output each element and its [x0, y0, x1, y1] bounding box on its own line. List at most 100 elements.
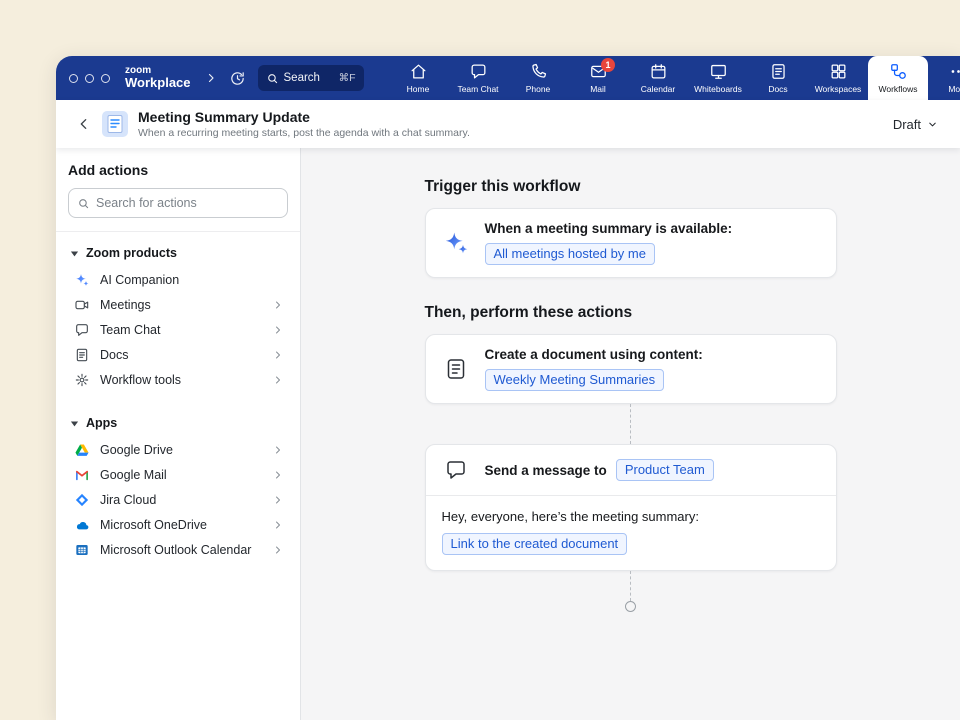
- nav-tab-whiteboards[interactable]: Whiteboards: [688, 56, 748, 100]
- sidebar-item-workflow-tools[interactable]: Workflow tools: [68, 367, 288, 392]
- message-link-tag[interactable]: Link to the created document: [442, 533, 628, 555]
- meetings-icon: [74, 297, 90, 313]
- sidebar-item-docs[interactable]: Docs: [68, 342, 288, 367]
- section-header-apps[interactable]: Apps: [68, 408, 288, 437]
- sidebar-item-microsoft-onedrive[interactable]: Microsoft OneDrive: [68, 512, 288, 537]
- chevron-right-icon: [272, 444, 284, 456]
- sidebar-section-zoom-products: Zoom products AI Companion Meetings: [56, 232, 300, 392]
- calendar-icon: [649, 62, 668, 81]
- section-header-zoom-products[interactable]: Zoom products: [68, 238, 288, 267]
- caret-down-icon: [70, 249, 79, 258]
- actions-sidebar: Add actions Zoom products AI Companion: [56, 148, 301, 720]
- more-icon: [949, 62, 960, 81]
- back-button[interactable]: [70, 110, 98, 138]
- team-chat-icon: [74, 322, 90, 338]
- sidebar-item-ai-companion[interactable]: AI Companion: [68, 267, 288, 292]
- page-subtitle: When a recurring meeting starts, post th…: [138, 127, 470, 139]
- search-icon: [266, 72, 279, 85]
- sidebar-item-google-mail[interactable]: Google Mail: [68, 462, 288, 487]
- workspaces-icon: [829, 62, 848, 81]
- chevron-down-icon: [927, 119, 938, 130]
- workflow-title-block: Meeting Summary Update When a recurring …: [138, 109, 470, 139]
- nav-tab-phone[interactable]: Phone: [508, 56, 568, 100]
- dashed-connector: [630, 404, 631, 444]
- history-icon[interactable]: [229, 70, 246, 87]
- workflows-icon: [889, 62, 908, 81]
- app-window: zoom Workplace Search ⌘F Home Team: [56, 56, 960, 720]
- chevron-right-icon: [272, 374, 284, 386]
- ai-sparkle-icon: [442, 229, 470, 257]
- google-drive-icon: [74, 442, 90, 458]
- team-chat-icon: [469, 62, 488, 81]
- add-step-node[interactable]: [625, 601, 636, 612]
- workflow-body: Add actions Zoom products AI Companion: [56, 148, 960, 720]
- workflow-canvas: Trigger this workflow When a meeting sum…: [301, 148, 960, 720]
- dashed-connector: [630, 571, 631, 601]
- navbar-left: zoom Workplace Search ⌘F: [56, 56, 364, 100]
- sidebar-item-team-chat[interactable]: Team Chat: [68, 317, 288, 342]
- caret-down-icon: [70, 419, 79, 428]
- onedrive-icon: [74, 517, 90, 533]
- document-icon: [442, 357, 470, 381]
- home-icon: [409, 62, 428, 81]
- status-badge: Draft: [893, 117, 921, 132]
- window-control-dot[interactable]: [69, 74, 78, 83]
- search-shortcut: ⌘F: [339, 72, 356, 84]
- sidebar-item-google-drive[interactable]: Google Drive: [68, 437, 288, 462]
- chevron-right-icon: [272, 544, 284, 556]
- document-content-tag[interactable]: Weekly Meeting Summaries: [485, 369, 665, 391]
- action-document-text: Create a document using content:: [485, 347, 703, 362]
- sidebar-item-jira-cloud[interactable]: Jira Cloud: [68, 487, 288, 512]
- search-label: Search: [284, 72, 320, 84]
- status-dropdown[interactable]: Draft: [893, 117, 938, 132]
- trigger-scope-tag[interactable]: All meetings hosted by me: [485, 243, 655, 265]
- chevron-right-icon: [272, 299, 284, 311]
- chevron-left-icon: [76, 116, 92, 132]
- chevron-right-icon: [272, 349, 284, 361]
- docs-icon: [74, 347, 90, 363]
- outlook-calendar-icon: [74, 542, 90, 558]
- whiteboard-icon: [709, 62, 728, 81]
- window-control-dot[interactable]: [101, 74, 110, 83]
- sidebar-item-meetings[interactable]: Meetings: [68, 292, 288, 317]
- chevron-right-icon: [272, 324, 284, 336]
- chevron-right-icon: [272, 519, 284, 531]
- chevron-right-icon[interactable]: [205, 72, 217, 84]
- chevron-right-icon: [272, 494, 284, 506]
- search-icon: [77, 197, 90, 210]
- nav-tab-home[interactable]: Home: [388, 56, 448, 100]
- trigger-text: When a meeting summary is available:: [485, 221, 733, 236]
- global-search-button[interactable]: Search ⌘F: [258, 65, 364, 91]
- action-message-text: Send a message to: [485, 463, 607, 478]
- actions-search-input[interactable]: [96, 196, 279, 210]
- sidebar-top: Add actions: [56, 148, 300, 232]
- action-card-create-document[interactable]: Create a document using content: Weekly …: [425, 334, 837, 404]
- ai-companion-icon: [74, 272, 90, 288]
- workflow-header: Meeting Summary Update When a recurring …: [56, 100, 960, 148]
- nav-tab-mail[interactable]: 1 Mail: [568, 56, 628, 100]
- top-navbar: zoom Workplace Search ⌘F Home Team: [56, 56, 960, 100]
- nav-tab-workspaces[interactable]: Workspaces: [808, 56, 868, 100]
- chat-bubble-icon: [442, 458, 470, 482]
- gear-icon: [74, 372, 90, 388]
- nav-tab-docs[interactable]: Docs: [748, 56, 808, 100]
- sidebar-item-microsoft-outlook-calendar[interactable]: Microsoft Outlook Calendar: [68, 537, 288, 562]
- sidebar-section-apps: Apps Google Drive Google Mail: [56, 402, 300, 562]
- nav-tab-team-chat[interactable]: Team Chat: [448, 56, 508, 100]
- trigger-heading: Trigger this workflow: [425, 178, 837, 196]
- actions-heading: Then, perform these actions: [425, 304, 837, 322]
- message-recipient-tag[interactable]: Product Team: [616, 459, 714, 481]
- phone-icon: [529, 62, 548, 81]
- mail-unread-badge: 1: [601, 58, 615, 72]
- trigger-card[interactable]: When a meeting summary is available: All…: [425, 208, 837, 278]
- window-control-dot[interactable]: [85, 74, 94, 83]
- nav-tab-calendar[interactable]: Calendar: [628, 56, 688, 100]
- nav-tab-workflows[interactable]: Workflows: [868, 56, 928, 100]
- page-title: Meeting Summary Update: [138, 109, 470, 125]
- nav-tab-more[interactable]: More: [928, 56, 960, 100]
- gmail-icon: [74, 467, 90, 483]
- actions-search-box[interactable]: [68, 188, 288, 218]
- navbar-tabs: Home Team Chat Phone 1 Mail Calendar: [388, 56, 960, 100]
- action-card-send-message[interactable]: Send a message to Product Team Hey, ever…: [425, 444, 837, 571]
- chevron-right-icon: [272, 469, 284, 481]
